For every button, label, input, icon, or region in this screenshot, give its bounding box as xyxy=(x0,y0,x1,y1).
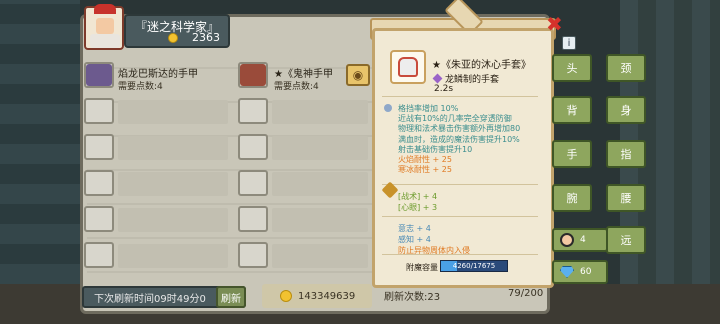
tooltip-attribute-stats: 意志 + 4 感知 + 4 防止异物周体内入侵 xyxy=(398,223,470,256)
merchant-title-box: 『迷之科学家』 2363 xyxy=(124,14,230,48)
equip-slot-head[interactable]: 头 xyxy=(552,54,592,82)
capacity-label: 附魔容量 xyxy=(406,263,438,272)
tooltip-divider xyxy=(382,254,538,255)
effect-line: 近战有10%的几率完全穿透防御 xyxy=(398,114,512,124)
inventory-slot[interactable] xyxy=(84,170,114,196)
background-left-wall xyxy=(0,0,80,324)
close-icon[interactable]: ✖ xyxy=(546,14,566,34)
gold-display: 143349639 xyxy=(262,284,372,308)
avatar-face xyxy=(96,18,114,34)
empty-row xyxy=(272,208,368,232)
coin-amount: 2363 xyxy=(192,31,220,44)
empty-row xyxy=(118,208,228,232)
effect-bullet-icon xyxy=(384,104,392,112)
inventory-slot[interactable] xyxy=(238,206,268,232)
resist-line: 火焰耐性 + 25 xyxy=(398,155,452,165)
gauntlet-item-icon xyxy=(86,64,112,86)
slot-item-name: ★《鬼神手甲 xyxy=(274,69,333,80)
rarity-diamond-icon xyxy=(432,73,443,84)
character-count-pill[interactable]: 4 xyxy=(552,228,608,252)
slot-item-points: 需要点数:4 xyxy=(274,82,319,92)
inventory-slot[interactable] xyxy=(84,206,114,232)
scientist-avatar xyxy=(84,4,124,50)
character-count: 4 xyxy=(580,235,586,245)
attribute-line: 感知 + 4 xyxy=(398,235,431,244)
tooltip-divider xyxy=(382,96,538,97)
glove-item-icon xyxy=(390,50,426,84)
tooltip-time: 2.2s xyxy=(434,84,454,94)
inventory-slot[interactable] xyxy=(84,242,114,268)
effect-line: 射击基础伤害提升10 xyxy=(398,144,473,154)
avatar-hat xyxy=(94,4,116,14)
empty-row xyxy=(272,244,368,268)
empty-row xyxy=(118,244,228,268)
tooltip-skill-stats: [战术] + 4 [心眼] + 3 xyxy=(398,191,437,213)
empty-row xyxy=(118,100,228,124)
equip-slot-neck[interactable]: 颈 xyxy=(606,54,646,82)
slot-item-name: 焰龙巴斯达的手甲 xyxy=(118,69,198,80)
equip-slot-finger[interactable]: 指 xyxy=(606,140,646,168)
refresh-count: 刷新次数:23 xyxy=(384,292,441,303)
inventory-slot[interactable] xyxy=(84,134,114,160)
slot-item-points: 需要点数:4 xyxy=(118,82,163,92)
gold-amount: 143349639 xyxy=(298,290,356,302)
gauntlet-item-icon xyxy=(240,64,266,86)
tooltip-divider xyxy=(382,184,538,185)
gem-icon xyxy=(560,266,574,278)
inventory-slot[interactable] xyxy=(238,62,268,88)
info-icon[interactable]: i xyxy=(562,36,576,50)
capacity-value: 4260/17675 xyxy=(452,262,496,270)
resist-line: 寒冰耐性 + 25 xyxy=(398,165,452,175)
inventory-slot[interactable] xyxy=(238,170,268,196)
empty-row xyxy=(272,172,368,196)
effect-line: 格挡率增加 10% xyxy=(398,104,459,113)
equip-slot-body[interactable]: 身 xyxy=(606,96,646,124)
coin-icon xyxy=(280,290,292,302)
tooltip-subtitle-text: 龙鳞制的手套 xyxy=(445,75,500,85)
attribute-line: 意志 + 4 xyxy=(398,224,431,233)
gem-count: 60 xyxy=(580,267,592,277)
equip-slot-wrist[interactable]: 腕 xyxy=(552,184,592,212)
empty-row xyxy=(118,136,228,160)
glove-icon xyxy=(398,57,418,77)
inventory-slot[interactable] xyxy=(238,134,268,160)
empty-row xyxy=(118,172,228,196)
skill-stat-line: [心眼] + 3 xyxy=(398,203,438,212)
equip-slot-hand[interactable]: 手 xyxy=(552,140,592,168)
coin-icon xyxy=(168,32,178,43)
refresh-button[interactable]: 刷新 xyxy=(216,286,246,308)
equip-slot-waist[interactable]: 腰 xyxy=(606,184,646,212)
bottom-info: 刷新次数:23 79/200 xyxy=(384,288,543,303)
effect-line: 物理和法术暴击伤害额外再增加80 xyxy=(398,124,521,134)
avatar-coat xyxy=(90,34,120,48)
gem-count-pill[interactable]: 60 xyxy=(552,260,608,284)
equip-slot-back[interactable]: 背 xyxy=(552,96,592,124)
skill-stat-line: [战术] + 4 xyxy=(398,192,438,201)
inventory-capacity: 79/200 xyxy=(508,288,544,299)
empty-row xyxy=(272,136,368,160)
inventory-slot[interactable] xyxy=(238,98,268,124)
inventory-slot[interactable] xyxy=(84,62,114,88)
tooltip-effects: 格挡率增加 10% 近战有10%的几率完全穿透防御 物理和法术暴击伤害额外再增加… xyxy=(398,104,544,175)
inventory-slot[interactable] xyxy=(84,98,114,124)
equip-slot-ranged[interactable]: 远 xyxy=(606,226,646,254)
capacity-bar: 4260/17675 xyxy=(440,260,508,272)
lock-icon[interactable]: ◉ xyxy=(346,64,370,86)
inventory-slot[interactable] xyxy=(238,242,268,268)
tooltip-item-name: ★《朱亚的沐心手套》 xyxy=(432,60,531,71)
effect-line: 满血时，造成的魔法伤害提升10% xyxy=(398,134,520,144)
empty-row xyxy=(272,100,368,124)
character-face-icon xyxy=(560,233,574,247)
coin-counter: 2363 xyxy=(168,31,220,44)
tooltip-divider xyxy=(382,216,538,217)
